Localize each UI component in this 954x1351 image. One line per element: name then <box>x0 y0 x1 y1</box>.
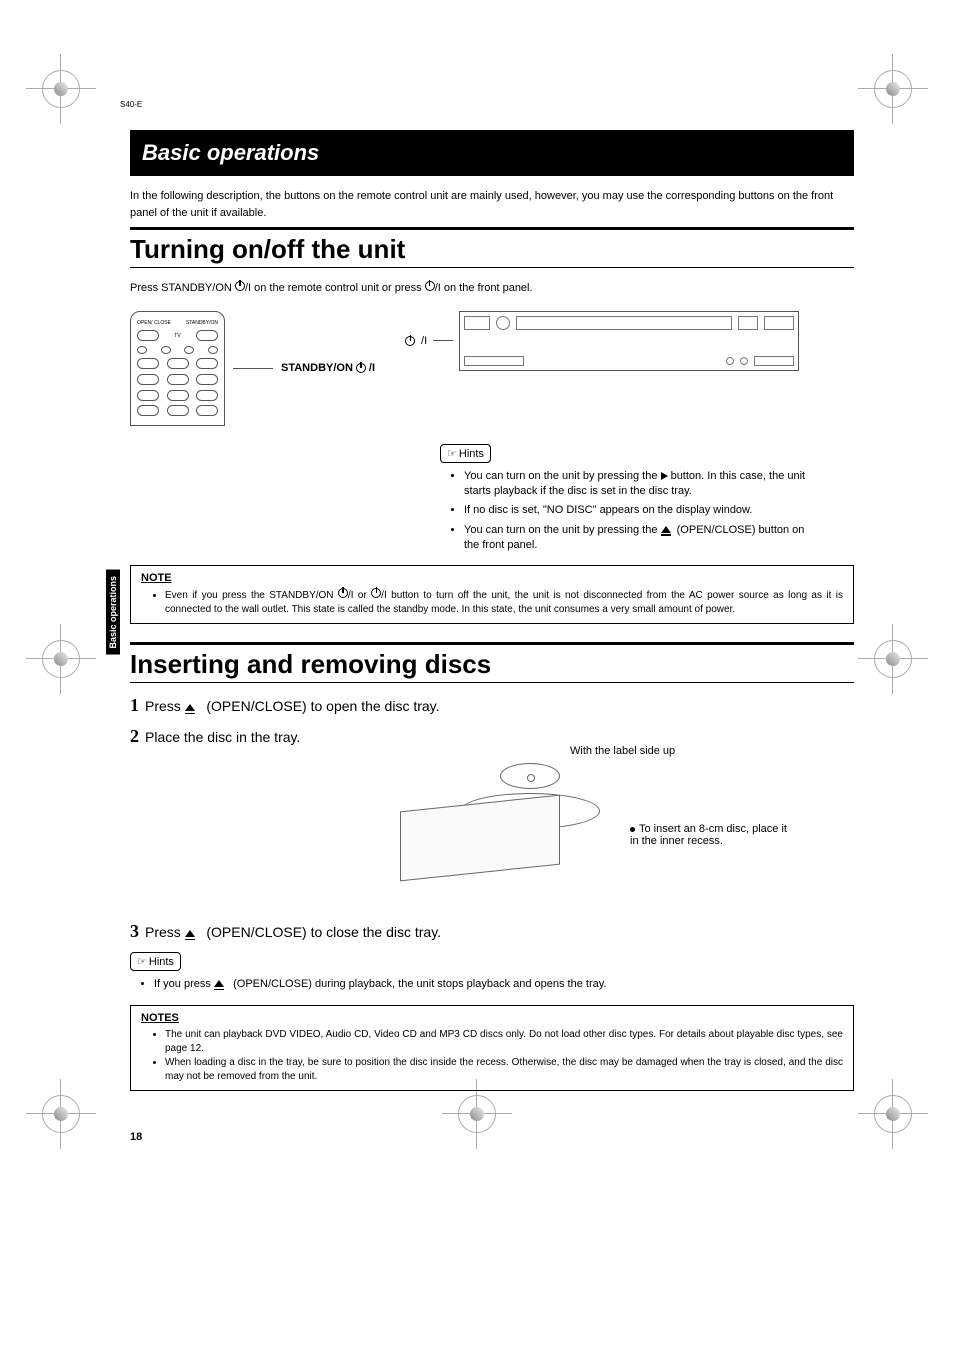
text-fragment: (OPEN/CLOSE) to open the disc tray. <box>202 698 439 714</box>
text-fragment: or <box>353 590 371 601</box>
front-panel-illustration <box>459 311 799 371</box>
eject-icon <box>661 526 671 533</box>
text-fragment: Press <box>145 924 185 940</box>
step-text: Press (OPEN/CLOSE) to open the disc tray… <box>145 698 440 714</box>
player-body-shape <box>400 795 560 882</box>
note-item: The unit can playback DVD VIDEO, Audio C… <box>165 1028 843 1056</box>
disc-shape <box>500 763 560 789</box>
remote-control-illustration: OPEN/ CLOSE STANDBY/ON TV <box>130 311 225 426</box>
turn-on-instruction: Press STANDBY/ON /I on the remote contro… <box>130 280 854 297</box>
hint-item: If you press (OPEN/CLOSE) during playbac… <box>154 977 854 992</box>
hints-list: You can turn on the unit by pressing the… <box>440 469 820 554</box>
play-icon <box>661 472 668 480</box>
hint-item: You can turn on the unit by pressing the… <box>464 523 820 554</box>
hint-item: You can turn on the unit by pressing the… <box>464 469 820 500</box>
text-fragment: Even if you press the STANDBY/ON <box>165 590 338 601</box>
eject-icon <box>214 980 224 987</box>
step-2: 2 Place the disc in the tray. <box>130 726 854 747</box>
power-icon <box>235 281 245 291</box>
bullet-icon <box>630 827 635 832</box>
hints-section: Hints You can turn on the unit by pressi… <box>440 444 820 554</box>
text-fragment: (OPEN/CLOSE) to close the disc tray. <box>202 924 441 940</box>
hints-badge: Hints <box>440 444 491 463</box>
text-fragment: Press STANDBY/ON <box>130 282 235 294</box>
diagram-row: OPEN/ CLOSE STANDBY/ON TV STANDBY/ON /I /… <box>130 311 854 426</box>
power-icon <box>425 281 435 291</box>
power-icon <box>356 363 366 373</box>
hints-badge: Hints <box>130 952 181 971</box>
remote-label: TV <box>174 333 180 339</box>
text-fragment: (OPEN/CLOSE) during playback, the unit s… <box>230 978 606 990</box>
section-heading-inserting: Inserting and removing discs <box>130 649 854 683</box>
disc-insertion-illustration: With the label side up To insert an 8-cm… <box>400 753 854 903</box>
front-panel-group: /I <box>405 311 799 371</box>
chapter-title: Basic operations <box>142 140 842 166</box>
connector-line <box>233 368 273 369</box>
note-heading: NOTE <box>141 572 843 584</box>
step-1: 1 Press (OPEN/CLOSE) to open the disc tr… <box>130 695 854 716</box>
standby-on-label: STANDBY/ON /I <box>281 362 375 374</box>
thick-divider <box>130 642 854 645</box>
step-number: 1 <box>130 695 139 716</box>
hints-label: Hints <box>459 448 484 460</box>
side-tab: Basic operations <box>106 570 120 655</box>
hint-item: If no disc is set, "NO DISC" appears on … <box>464 503 820 518</box>
power-icon <box>405 336 415 346</box>
connector-line <box>433 340 453 341</box>
text-fragment: You can turn on the unit by pressing the <box>464 470 661 482</box>
note-text: Even if you press the STANDBY/ON /I or /… <box>165 588 843 617</box>
text-fragment: STANDBY/ON <box>281 362 353 374</box>
8cm-callout: To insert an 8-cm disc, place it in the … <box>630 823 790 847</box>
step-text: Place the disc in the tray. <box>145 729 300 745</box>
remote-diagram-group: OPEN/ CLOSE STANDBY/ON TV STANDBY/ON /I <box>130 311 375 426</box>
power-icon <box>371 588 381 598</box>
step-text: Press (OPEN/CLOSE) to close the disc tra… <box>145 924 441 940</box>
note-item: When loading a disc in the tray, be sure… <box>165 1056 843 1084</box>
label-side-callout: With the label side up <box>570 745 675 757</box>
thick-divider <box>130 227 854 230</box>
step-number: 3 <box>130 921 139 942</box>
page-number: 18 <box>130 1131 854 1143</box>
text-fragment: on the remote control unit or press <box>254 282 425 294</box>
remote-label: STANDBY/ON <box>186 320 218 326</box>
text-fragment: To insert an 8-cm disc, place it in the … <box>630 823 787 847</box>
chapter-title-bar: Basic operations <box>130 130 854 176</box>
text-fragment: You can turn on the unit by pressing the <box>464 524 661 536</box>
step-number: 2 <box>130 726 139 747</box>
eject-icon <box>185 704 195 711</box>
hints-list: If you press (OPEN/CLOSE) during playbac… <box>130 977 854 992</box>
intro-paragraph: In the following description, the button… <box>130 188 854 221</box>
header-model-code: S40-E <box>120 100 142 109</box>
text-fragment: If you press <box>154 978 214 990</box>
remote-label: OPEN/ CLOSE <box>137 320 171 326</box>
notes-heading: NOTES <box>141 1012 843 1024</box>
text-fragment: on the front panel. <box>444 282 533 294</box>
text-fragment: /I <box>421 335 427 347</box>
section-heading-turning-on: Turning on/off the unit <box>130 234 854 268</box>
hints-label: Hints <box>149 956 174 968</box>
notes-box: NOTES The unit can playback DVD VIDEO, A… <box>130 1005 854 1091</box>
note-box: NOTE Even if you press the STANDBY/ON /I… <box>130 565 854 624</box>
text-fragment: With the label side up <box>570 745 675 757</box>
step-3: 3 Press (OPEN/CLOSE) to close the disc t… <box>130 921 854 942</box>
eject-icon <box>185 930 195 937</box>
text-fragment: Press <box>145 698 185 714</box>
power-icon <box>338 588 348 598</box>
